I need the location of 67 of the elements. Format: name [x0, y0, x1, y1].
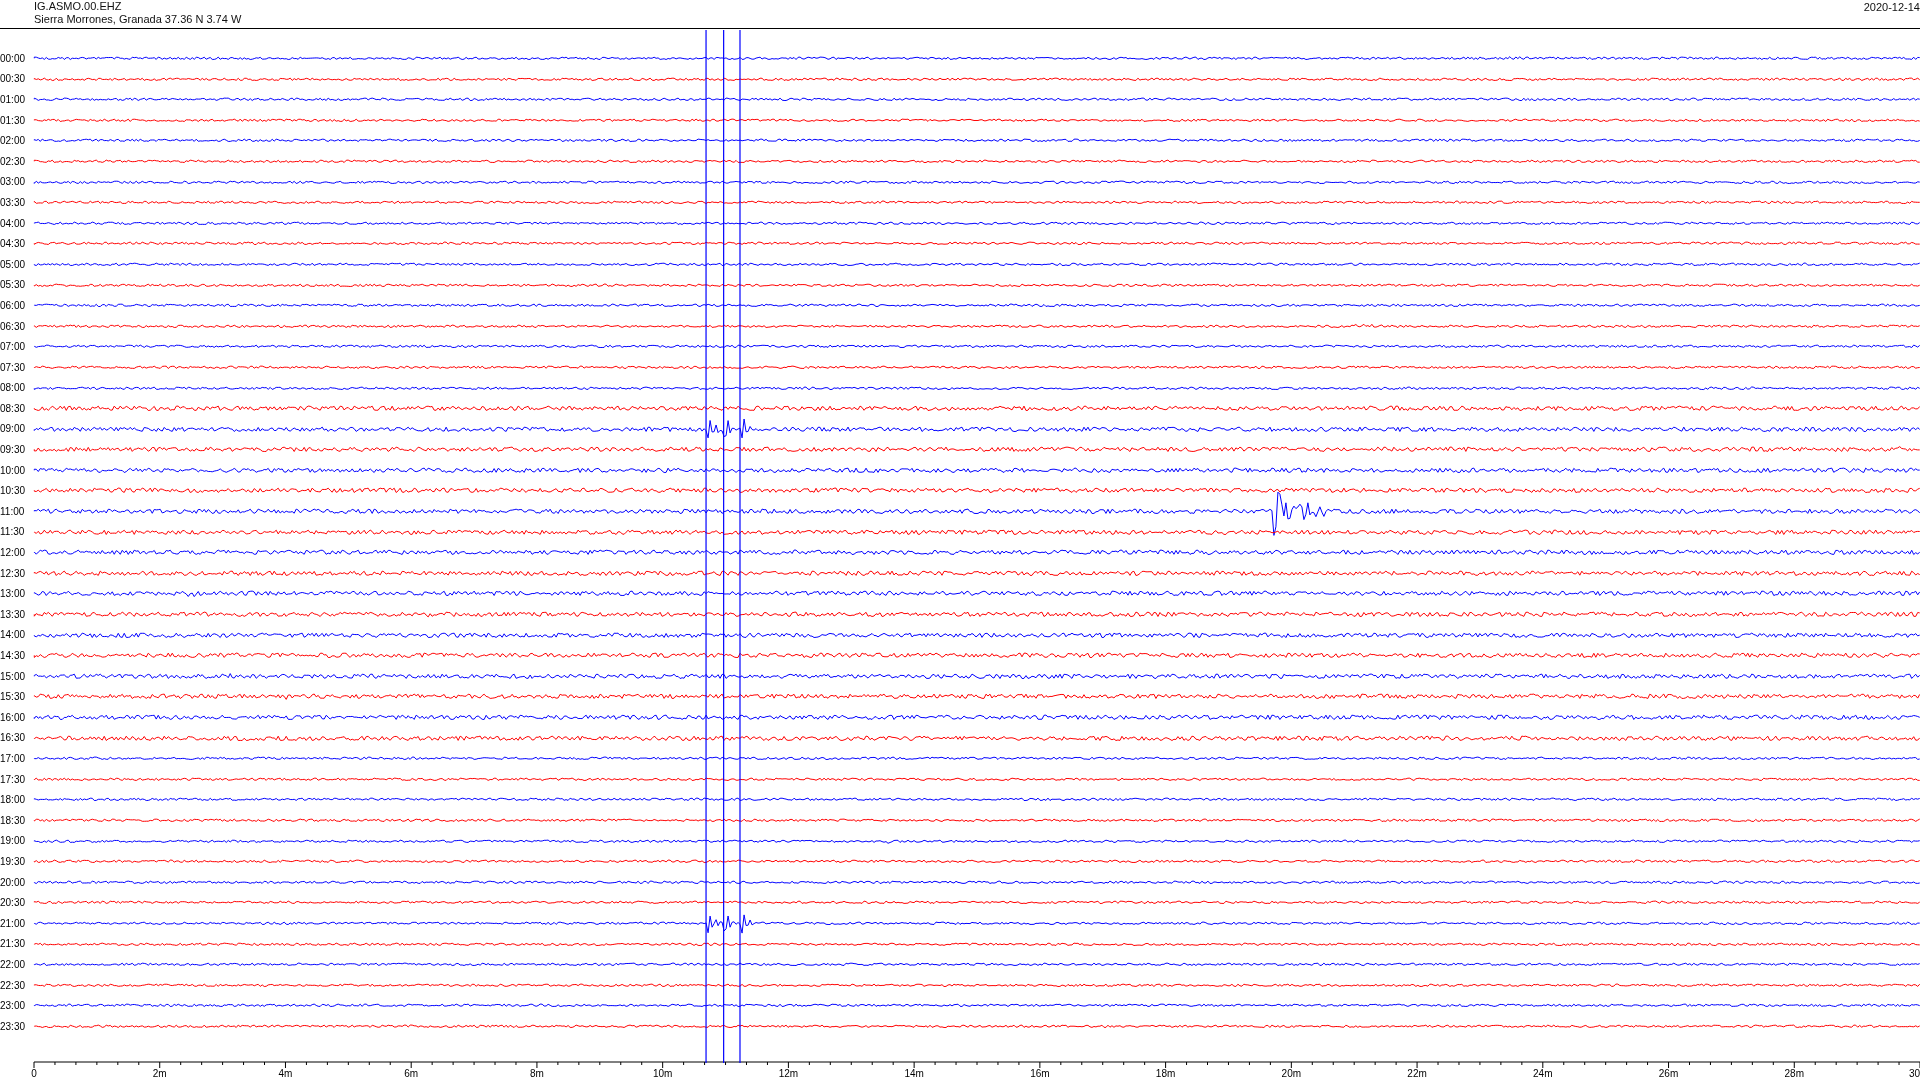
- time-label: 18:00: [0, 794, 27, 806]
- time-label: 20:00: [0, 876, 27, 888]
- station-location: Sierra Morrones, Granada 37.36 N 3.74 W: [34, 13, 242, 26]
- time-label: 08:00: [0, 382, 27, 394]
- plot-date: 2020-12-14: [1863, 0, 1920, 15]
- axis-tick-label: 18m: [1155, 1067, 1176, 1079]
- time-label: 09:30: [0, 444, 27, 456]
- time-label: 14:00: [0, 629, 27, 641]
- axis-tick-label: 20m: [1281, 1067, 1302, 1079]
- time-label: 06:30: [0, 320, 27, 332]
- time-label: 22:30: [0, 979, 27, 991]
- time-label: 21:00: [0, 917, 27, 929]
- time-label: 08:30: [0, 402, 27, 414]
- station-code: IG.ASMO.00.EHZ: [34, 0, 123, 13]
- time-label: 02:30: [0, 155, 27, 167]
- time-label: 00:30: [0, 73, 27, 85]
- axis-tick-label: 4m: [278, 1067, 293, 1079]
- time-label: 09:00: [0, 423, 27, 435]
- time-label: 13:30: [0, 608, 27, 620]
- time-label: 11:00: [0, 505, 26, 517]
- time-label: 07:00: [0, 341, 27, 353]
- axis-tick-label: 14m: [904, 1067, 924, 1079]
- time-label: 17:00: [0, 753, 27, 764]
- axis-tick-label: 12m: [778, 1067, 799, 1079]
- time-label: 20:30: [0, 897, 27, 909]
- time-label: 04:00: [0, 217, 27, 229]
- axis-tick-label: 10m: [652, 1067, 673, 1079]
- time-label: 04:30: [0, 238, 27, 250]
- axis-tick-label: 24m: [1533, 1067, 1553, 1079]
- axis-tick-label: 30: [1908, 1067, 1920, 1079]
- time-label: 17:30: [0, 773, 27, 785]
- time-label: 01:00: [0, 94, 27, 105]
- time-label: 14:30: [0, 650, 27, 661]
- time-label: 10:30: [0, 485, 27, 497]
- time-label: 11:30: [0, 526, 26, 538]
- axis-tick-label: 2m: [152, 1067, 167, 1079]
- time-label: 22:00: [0, 958, 27, 970]
- time-label: 19:30: [0, 855, 27, 867]
- time-label: 15:00: [0, 670, 27, 682]
- axis-tick-label: 8m: [530, 1067, 544, 1079]
- time-label: 19:00: [0, 835, 27, 847]
- time-label: 16:00: [0, 711, 27, 723]
- axis-tick-label: 16m: [1030, 1067, 1050, 1079]
- time-label: 07:30: [0, 361, 27, 373]
- time-label: 12:00: [0, 547, 27, 559]
- time-label: 03:00: [0, 176, 27, 188]
- time-label: 02:00: [0, 135, 27, 147]
- time-label: 05:00: [0, 258, 27, 270]
- axis-tick-label: 28m: [1784, 1067, 1804, 1079]
- axis-tick-label: 6m: [404, 1067, 419, 1079]
- time-label: 21:30: [0, 938, 27, 950]
- time-label: 10:00: [0, 464, 27, 476]
- time-label: 13:00: [0, 588, 27, 600]
- time-label: 23:30: [0, 1020, 27, 1032]
- axis-tick-label: 0: [31, 1067, 37, 1079]
- time-label: 15:30: [0, 691, 27, 703]
- time-label: 00:00: [0, 52, 27, 64]
- time-label: 23:00: [0, 1000, 27, 1012]
- time-label: 16:30: [0, 732, 27, 744]
- time-label: 06:00: [0, 299, 27, 311]
- axis-tick-label: 22m: [1407, 1067, 1427, 1079]
- time-label: 01:30: [0, 114, 27, 126]
- time-label: 03:30: [0, 196, 27, 208]
- axis-tick-label: 26m: [1658, 1067, 1679, 1079]
- time-label: 18:30: [0, 814, 27, 826]
- time-label: 05:30: [0, 279, 27, 291]
- time-label: 12:30: [0, 567, 27, 579]
